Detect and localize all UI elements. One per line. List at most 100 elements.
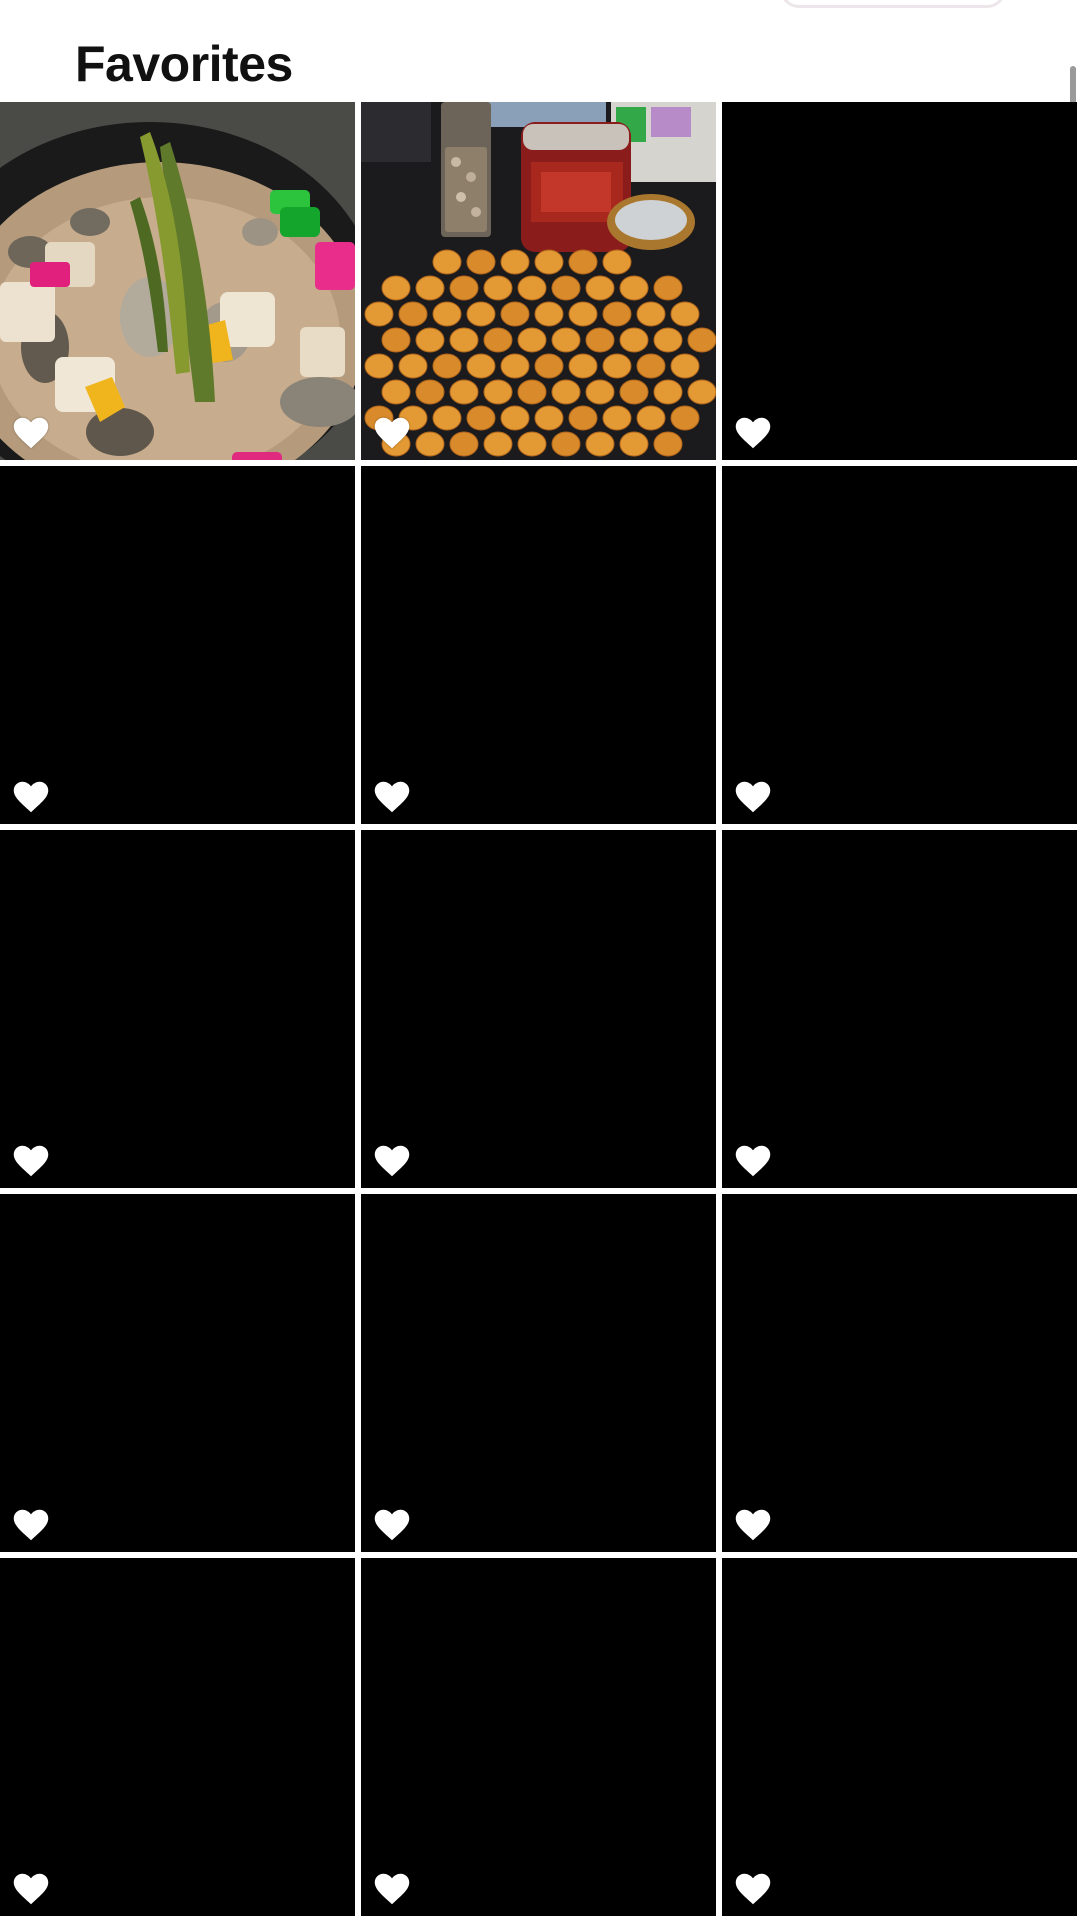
cookie bbox=[551, 327, 581, 353]
cookie bbox=[585, 327, 615, 353]
heart-shape bbox=[13, 1509, 49, 1541]
heart-icon bbox=[13, 1508, 49, 1542]
cookie bbox=[449, 379, 479, 405]
cookie bbox=[551, 431, 581, 457]
cookie bbox=[670, 405, 700, 431]
photo-tile[interactable] bbox=[361, 1194, 716, 1552]
soup-dessert-thumbnail bbox=[0, 102, 355, 460]
photo-thumbnail bbox=[722, 830, 1077, 1188]
heart-icon bbox=[13, 1144, 49, 1178]
cookie bbox=[449, 275, 479, 301]
cookie bbox=[466, 405, 496, 431]
cookie bbox=[466, 301, 496, 327]
cookie bbox=[653, 327, 683, 353]
cookie bbox=[534, 353, 564, 379]
heart-icon bbox=[374, 780, 410, 814]
photo-tile[interactable] bbox=[0, 102, 355, 460]
cookie bbox=[449, 327, 479, 353]
photo-tile[interactable] bbox=[0, 466, 355, 824]
cookie bbox=[364, 353, 394, 379]
heart-icon bbox=[374, 1144, 410, 1178]
heart-shape bbox=[374, 417, 410, 449]
heart-icon bbox=[735, 1144, 771, 1178]
cookie bbox=[568, 249, 598, 275]
photo-thumbnail bbox=[722, 102, 1077, 460]
scroll-indicator[interactable] bbox=[1070, 66, 1076, 106]
cookie bbox=[670, 301, 700, 327]
page-title: Favorites bbox=[75, 36, 293, 92]
photo-thumbnail bbox=[722, 1558, 1077, 1916]
cookie bbox=[466, 249, 496, 275]
photo-tile[interactable] bbox=[0, 1558, 355, 1916]
cookie bbox=[517, 275, 547, 301]
photo-tile[interactable] bbox=[0, 830, 355, 1188]
cookie bbox=[500, 353, 530, 379]
photo-tile[interactable] bbox=[722, 102, 1077, 460]
cookie bbox=[636, 405, 666, 431]
photo-grid bbox=[0, 102, 1080, 1920]
cookie bbox=[398, 301, 428, 327]
photo-thumbnail bbox=[361, 1194, 716, 1552]
photo-tile[interactable] bbox=[0, 1194, 355, 1552]
cookie bbox=[687, 379, 716, 405]
heart-icon bbox=[735, 780, 771, 814]
photo-thumbnail bbox=[0, 1194, 355, 1552]
heart-shape bbox=[735, 1509, 771, 1541]
heart-shape bbox=[13, 417, 49, 449]
cookie bbox=[483, 275, 513, 301]
heart-icon bbox=[735, 1872, 771, 1906]
heart-icon bbox=[13, 416, 49, 450]
cookie bbox=[619, 327, 649, 353]
cookie bbox=[432, 249, 462, 275]
top-search-pill[interactable] bbox=[780, 0, 1006, 8]
heart-icon bbox=[735, 416, 771, 450]
cookie bbox=[534, 249, 564, 275]
cookie bbox=[551, 275, 581, 301]
photo-thumbnail bbox=[722, 466, 1077, 824]
cookie bbox=[432, 301, 462, 327]
photo-tile[interactable] bbox=[361, 466, 716, 824]
cookie bbox=[619, 275, 649, 301]
cookie bbox=[517, 327, 547, 353]
heart-shape bbox=[374, 781, 410, 813]
heart-shape bbox=[735, 1873, 771, 1905]
heart-icon bbox=[374, 1508, 410, 1542]
heart-shape bbox=[735, 1145, 771, 1177]
cookie bbox=[415, 275, 445, 301]
heart-shape bbox=[735, 781, 771, 813]
cookie bbox=[602, 249, 632, 275]
cookie bbox=[619, 431, 649, 457]
cookie bbox=[670, 353, 700, 379]
cookie bbox=[653, 275, 683, 301]
cookie bbox=[585, 431, 615, 457]
photo-tile[interactable] bbox=[722, 830, 1077, 1188]
cookie bbox=[466, 353, 496, 379]
cookie bbox=[483, 327, 513, 353]
cookie bbox=[415, 431, 445, 457]
cookie bbox=[653, 379, 683, 405]
photo-thumbnail bbox=[361, 1558, 716, 1916]
photo-tile[interactable] bbox=[722, 1558, 1077, 1916]
cookie bbox=[432, 405, 462, 431]
cookie bbox=[517, 379, 547, 405]
heart-icon bbox=[374, 1872, 410, 1906]
photo-thumbnail bbox=[0, 1558, 355, 1916]
cookie bbox=[585, 379, 615, 405]
heart-shape bbox=[374, 1509, 410, 1541]
photo-tile[interactable] bbox=[722, 466, 1077, 824]
cookie bbox=[602, 405, 632, 431]
cookie bbox=[534, 405, 564, 431]
cookie bbox=[364, 301, 394, 327]
cookie bbox=[551, 379, 581, 405]
photo-tile[interactable] bbox=[361, 102, 716, 460]
photo-thumbnail bbox=[361, 830, 716, 1188]
heart-icon bbox=[735, 1508, 771, 1542]
photo-tile[interactable] bbox=[361, 1558, 716, 1916]
cookie bbox=[585, 275, 615, 301]
cookie bbox=[517, 431, 547, 457]
cookie bbox=[398, 353, 428, 379]
heart-shape bbox=[13, 781, 49, 813]
photo-thumbnail bbox=[361, 466, 716, 824]
photo-tile[interactable] bbox=[361, 830, 716, 1188]
photo-tile[interactable] bbox=[722, 1194, 1077, 1552]
